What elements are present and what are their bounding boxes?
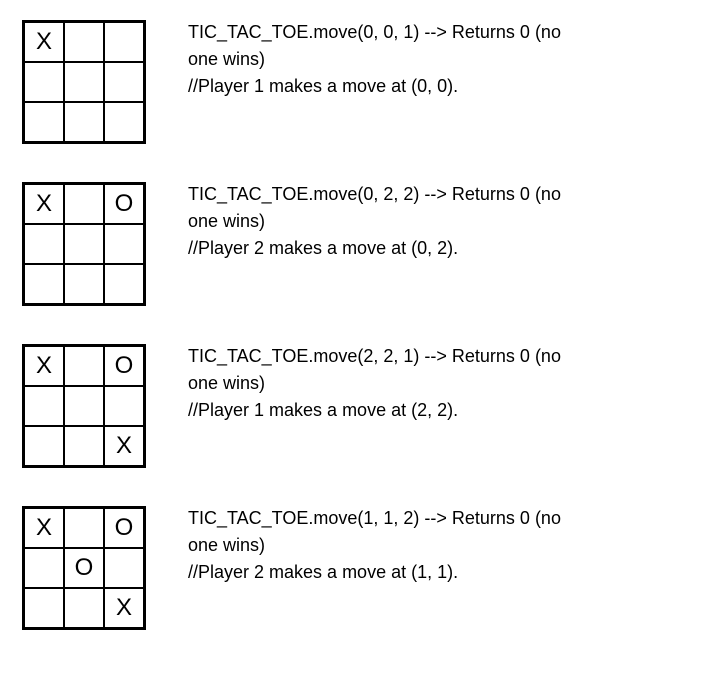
tic-tac-toe-board: X O O X (22, 506, 146, 630)
board-cell (64, 508, 104, 548)
board-cell (104, 22, 144, 62)
board-cell (64, 346, 104, 386)
code-comment-text: //Player 2 makes a move at (1, 1). (188, 560, 700, 585)
example-description: TIC_TAC_TOE.move(0, 0, 1) --> Returns 0 … (188, 20, 700, 100)
board-cell (64, 62, 104, 102)
board-cell: X (24, 22, 64, 62)
code-result-text: one wins) (188, 47, 700, 72)
board-cell (24, 426, 64, 466)
example-4: X O O X TIC_TAC_TOE.move(1, 1, 2) --> Re… (22, 506, 700, 630)
example-description: TIC_TAC_TOE.move(2, 2, 1) --> Returns 0 … (188, 344, 700, 424)
board-cell (104, 102, 144, 142)
board-cell (24, 588, 64, 628)
example-1: X TIC_TAC_TOE.move(0, 0, 1) --> Returns … (22, 20, 700, 144)
code-call-text: TIC_TAC_TOE.move(0, 0, 1) --> Returns 0 … (188, 20, 700, 45)
board-cell (64, 264, 104, 304)
board-cell: X (104, 426, 144, 466)
tic-tac-toe-board: X O (22, 182, 146, 306)
board-cell (64, 386, 104, 426)
board-cell: O (64, 548, 104, 588)
example-2: X O TIC_TAC_TOE.move(0, 2, 2) --> Return… (22, 182, 700, 306)
board-cell (104, 62, 144, 102)
board-cell (64, 184, 104, 224)
board-cell (64, 22, 104, 62)
board-cell (24, 264, 64, 304)
board-cell: O (104, 508, 144, 548)
board-cell (24, 548, 64, 588)
board-cell: X (24, 508, 64, 548)
board-cell (64, 588, 104, 628)
code-result-text: one wins) (188, 533, 700, 558)
board-cell: X (104, 588, 144, 628)
code-comment-text: //Player 2 makes a move at (0, 2). (188, 236, 700, 261)
board-cell (104, 264, 144, 304)
tic-tac-toe-board: X (22, 20, 146, 144)
board-cell (24, 102, 64, 142)
code-call-text: TIC_TAC_TOE.move(0, 2, 2) --> Returns 0 … (188, 182, 700, 207)
board-cell (64, 426, 104, 466)
board-cell (24, 224, 64, 264)
board-cell (24, 386, 64, 426)
board-cell (64, 224, 104, 264)
board-cell: X (24, 346, 64, 386)
example-description: TIC_TAC_TOE.move(0, 2, 2) --> Returns 0 … (188, 182, 700, 262)
board-cell: X (24, 184, 64, 224)
code-comment-text: //Player 1 makes a move at (2, 2). (188, 398, 700, 423)
example-description: TIC_TAC_TOE.move(1, 1, 2) --> Returns 0 … (188, 506, 700, 586)
code-call-text: TIC_TAC_TOE.move(1, 1, 2) --> Returns 0 … (188, 506, 700, 531)
tic-tac-toe-board: X O X (22, 344, 146, 468)
board-cell: O (104, 346, 144, 386)
code-result-text: one wins) (188, 209, 700, 234)
board-cell: O (104, 184, 144, 224)
code-result-text: one wins) (188, 371, 700, 396)
board-cell (104, 548, 144, 588)
board-cell (104, 224, 144, 264)
board-cell (24, 62, 64, 102)
example-3: X O X TIC_TAC_TOE.move(2, 2, 1) --> Retu… (22, 344, 700, 468)
code-comment-text: //Player 1 makes a move at (0, 0). (188, 74, 700, 99)
board-cell (64, 102, 104, 142)
board-cell (104, 386, 144, 426)
code-call-text: TIC_TAC_TOE.move(2, 2, 1) --> Returns 0 … (188, 344, 700, 369)
